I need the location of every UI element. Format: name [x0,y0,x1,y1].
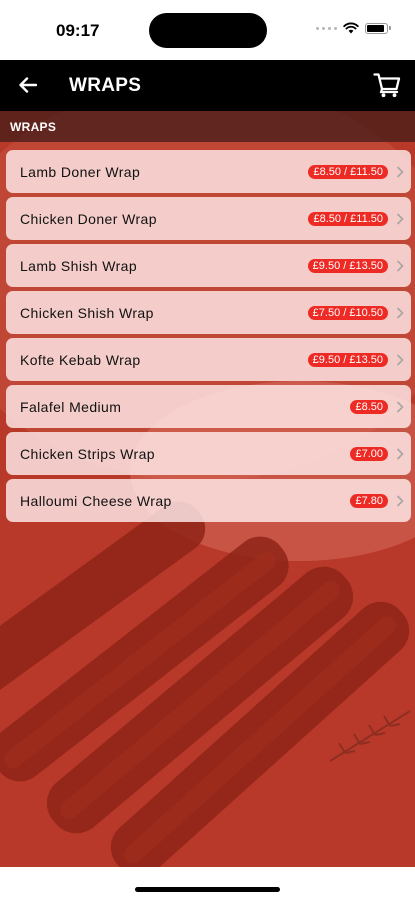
chevron-right-icon [396,448,404,460]
chevron-right-icon [396,166,404,178]
price-badge: £9.50 / £13.50 [307,353,388,367]
menu-item-kofte-kebab-wrap[interactable]: Kofte Kebab Wrap £9.50 / £13.50 [6,338,411,381]
menu-item-chicken-shish-wrap[interactable]: Chicken Shish Wrap £7.50 / £10.50 [6,291,411,334]
chevron-right-icon [396,401,404,413]
chevron-right-icon [396,307,404,319]
item-name: Lamb Doner Wrap [20,164,141,180]
cart-button[interactable] [371,70,403,100]
status-bar: 09:17 [0,0,415,60]
menu-list: Lamb Doner Wrap £8.50 / £11.50 Chicken D… [6,150,411,526]
section-label: WRAPS [10,120,57,134]
item-name: Chicken Shish Wrap [20,305,154,321]
price-badge: £8.50 [350,400,388,414]
menu-content[interactable]: WRAPS Lamb Doner Wrap £8.50 / £11.50 Chi… [0,111,415,867]
arrow-left-icon [19,77,37,93]
cellular-signal-icon [316,26,337,30]
battery-tip [389,26,391,30]
status-time: 09:17 [56,21,100,40]
battery-icon [365,22,388,34]
menu-item-lamb-doner-wrap[interactable]: Lamb Doner Wrap £8.50 / £11.50 [6,150,411,193]
item-name: Chicken Doner Wrap [20,211,157,227]
wifi-icon [343,22,359,34]
price-badge: £8.50 / £11.50 [308,165,388,179]
dynamic-island [149,13,267,48]
chevron-right-icon [396,260,404,272]
shopping-cart-icon [373,73,401,98]
item-name: Chicken Strips Wrap [20,446,155,462]
menu-item-lamb-shish-wrap[interactable]: Lamb Shish Wrap £9.50 / £13.50 [6,244,411,287]
menu-item-halloumi-cheese-wrap[interactable]: Halloumi Cheese Wrap £7.80 [6,479,411,522]
price-badge: £7.00 [350,447,388,461]
menu-item-falafel-medium[interactable]: Falafel Medium £8.50 [6,385,411,428]
price-badge: £8.50 / £11.50 [308,212,388,226]
back-button[interactable] [14,71,42,99]
chevron-right-icon [396,495,404,507]
item-name: Kofte Kebab Wrap [20,352,141,368]
home-indicator[interactable] [135,887,280,892]
chevron-right-icon [396,213,404,225]
page-title: WRAPS [69,75,142,96]
nav-bar: WRAPS [0,60,415,111]
status-icons [316,22,391,34]
section-header: WRAPS [0,111,415,142]
menu-item-chicken-doner-wrap[interactable]: Chicken Doner Wrap £8.50 / £11.50 [6,197,411,240]
item-name: Lamb Shish Wrap [20,258,138,274]
price-badge: £7.50 / £10.50 [307,306,388,320]
item-name: Falafel Medium [20,399,122,415]
price-badge: £7.80 [350,494,388,508]
home-indicator-area [0,867,415,900]
chevron-right-icon [396,354,404,366]
menu-item-chicken-strips-wrap[interactable]: Chicken Strips Wrap £7.00 [6,432,411,475]
item-name: Halloumi Cheese Wrap [20,493,172,509]
price-badge: £9.50 / £13.50 [307,259,388,273]
